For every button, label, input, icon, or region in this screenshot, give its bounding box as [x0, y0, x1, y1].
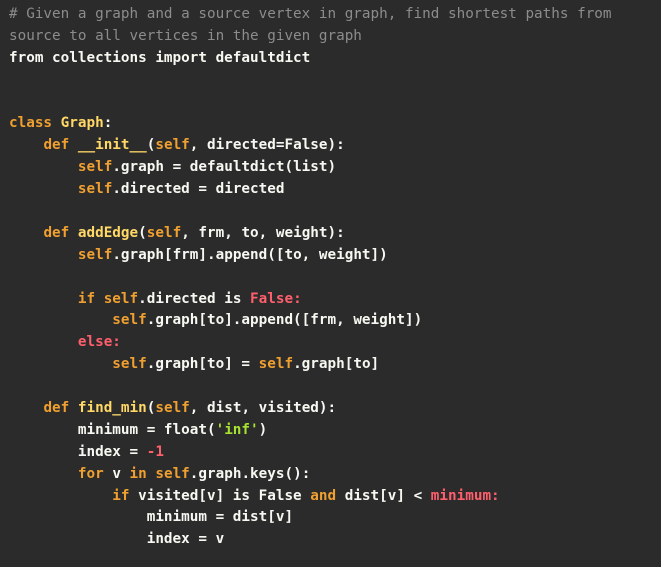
code-line: class Graph:	[9, 113, 661, 135]
code-line: index = -1	[9, 442, 661, 464]
code-token: )	[258, 421, 268, 438]
code-token: self	[112, 356, 147, 373]
code-line: from collections import defaultdict	[9, 48, 661, 70]
code-line: self.graph[to] = self.graph[to]	[9, 354, 661, 376]
code-token: else:	[77, 334, 121, 351]
code-token: self	[155, 137, 190, 154]
code-token: .graph[to]	[293, 356, 380, 373]
code-token: :	[103, 115, 113, 132]
code-token: -1	[146, 443, 164, 460]
code-token: (	[138, 224, 147, 241]
code-token: self	[258, 356, 294, 373]
code-line: def find_min(self, dist, visited):	[9, 398, 661, 420]
code-token: find_min	[77, 400, 147, 417]
code-token: visited[v] is False	[138, 487, 311, 504]
code-token: , frm, to, weight):	[181, 224, 345, 241]
code-token: .directed is	[138, 290, 251, 307]
code-token: self	[155, 465, 190, 482]
code-token: in	[129, 465, 156, 482]
code-token: Graph	[60, 115, 104, 132]
code-line: self.graph[frm].append([to, weight])	[9, 245, 661, 267]
code-token: minimum = dist[v]	[9, 509, 294, 526]
code-line: self.directed = directed	[9, 179, 661, 201]
code-token: self	[77, 159, 113, 176]
code-line: self.graph = defaultdict(list)	[9, 157, 661, 179]
code-token: .directed = directed	[112, 181, 285, 198]
code-token: if	[77, 290, 104, 307]
code-token: minimum:	[430, 487, 500, 504]
code-token: def	[43, 137, 78, 154]
code-token: self	[112, 312, 147, 329]
code-token: dist[v] <	[344, 487, 431, 504]
code-line: def __init__(self, directed=False):	[9, 135, 661, 157]
code-token: self	[77, 181, 113, 198]
code-token: minimum = float(	[9, 421, 216, 438]
code-token: v	[112, 465, 130, 482]
code-token: def	[43, 400, 78, 417]
code-token: self	[77, 246, 113, 263]
code-line: minimum = dist[v]	[9, 507, 661, 529]
code-token: self	[146, 224, 182, 241]
code-line: # Given a graph and a source vertex in g…	[9, 4, 661, 26]
code-line: if self.directed is False:	[9, 289, 661, 311]
code-token: addEdge	[77, 224, 139, 241]
code-token: self	[103, 290, 139, 307]
code-token: index =	[9, 443, 147, 460]
code-token: # Given a graph and a source vertex in g…	[9, 6, 612, 22]
code-line: else:	[9, 332, 661, 354]
code-token: index = v	[9, 531, 225, 548]
code-token: .graph[frm].append([to, weight])	[112, 246, 388, 263]
code-token: False:	[250, 290, 302, 307]
code-line: def addEdge(self, frm, to, weight):	[9, 223, 661, 245]
code-token: def	[43, 224, 78, 241]
code-token: 'inf'	[215, 421, 259, 438]
code-line: for v in self.graph.keys():	[9, 464, 661, 486]
code-token: , directed=False):	[189, 137, 345, 154]
code-token: __init__	[77, 137, 147, 154]
code-line: minimum = float('inf')	[9, 420, 661, 442]
code-token: .graph[to].append([frm, weight])	[146, 312, 423, 329]
code-token: source to all vertices in the given grap…	[9, 27, 362, 44]
code-token: and	[310, 487, 345, 504]
code-token: , dist, visited):	[189, 400, 337, 417]
code-editor[interactable]: # Given a graph and a source vertex in g…	[0, 0, 661, 567]
code-token: from collections import defaultdict	[9, 49, 311, 66]
code-token: .graph.keys():	[189, 465, 311, 482]
code-token: .graph[to] =	[146, 356, 259, 373]
code-token: for	[77, 465, 113, 482]
code-token: .graph = defaultdict(list)	[112, 159, 337, 176]
code-line: self.graph[to].append([frm, weight])	[9, 310, 661, 332]
code-line: source to all vertices in the given grap…	[9, 26, 661, 48]
code-token: class	[9, 115, 61, 132]
code-line: index = v	[9, 529, 661, 551]
code-token: if	[112, 487, 139, 504]
code-line: if visited[v] is False and dist[v] < min…	[9, 486, 661, 508]
code-token: self	[155, 400, 190, 417]
